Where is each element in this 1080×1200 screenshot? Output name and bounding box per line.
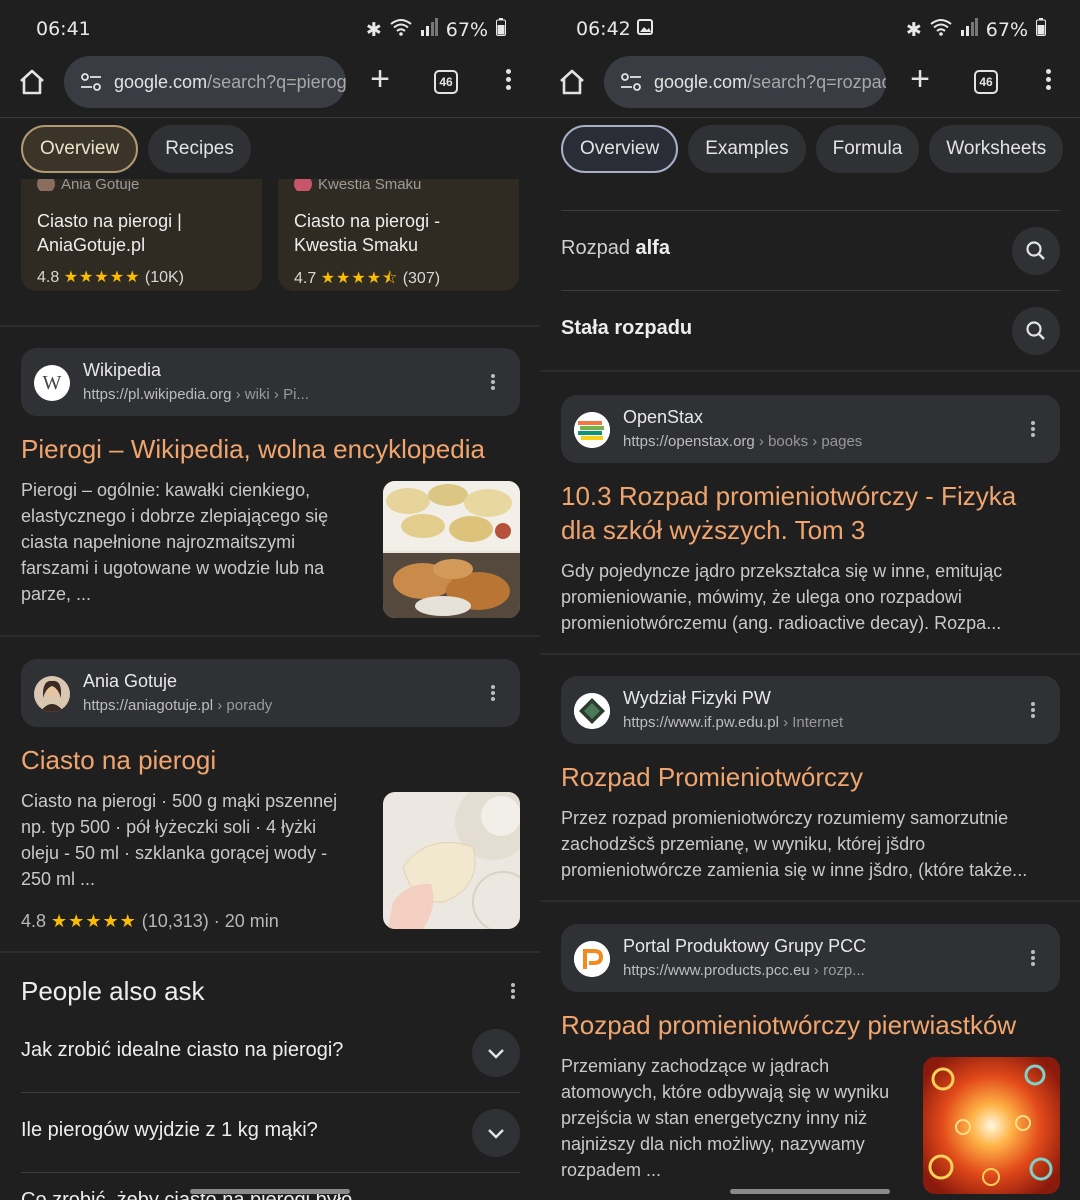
wikipedia-favicon: W — [34, 365, 70, 401]
chevron-down-icon[interactable] — [472, 1029, 520, 1077]
more-options-icon[interactable] — [488, 372, 498, 392]
source-avatar — [37, 177, 55, 191]
battery-level: 67% — [985, 18, 1028, 41]
pcc-favicon — [574, 941, 610, 977]
star-rating: ★★★★⯪ — [320, 270, 399, 287]
left-screen: 06:41 ✱ 67% google.com/search?q=pierogi … — [0, 0, 540, 1200]
recipe-rating-line: 4.8 ★★★★★ (10,313) · 20 min — [21, 911, 279, 931]
tab-switcher-button[interactable]: 46 — [974, 70, 998, 94]
paa-question[interactable]: Co zrobić, żeby ciasto na pierogi było — [21, 1173, 520, 1200]
browser-toolbar: google.com/search?q=pierogi + 46 — [0, 56, 540, 118]
result-source-header[interactable]: Wydział Fizyki PW https://www.if.pw.edu.… — [561, 676, 1060, 744]
more-options-icon[interactable] — [1028, 948, 1038, 968]
more-options-icon[interactable] — [1028, 700, 1038, 720]
new-tab-icon[interactable]: + — [366, 62, 394, 96]
result-source-header[interactable]: W Wikipedia https://pl.wikipedia.org › w… — [21, 348, 520, 416]
battery-icon — [1036, 18, 1046, 41]
more-options-icon[interactable] — [508, 981, 518, 1001]
result-thumbnail[interactable] — [383, 481, 520, 618]
recipe-carousel: Ania Gotuje Ciasto na pierogi | AniaGotu… — [21, 169, 520, 299]
chevron-down-icon[interactable] — [472, 1109, 520, 1157]
result-title-link[interactable]: Rozpad Promieniotwórczy — [561, 760, 1060, 794]
chip-examples[interactable]: Examples — [688, 125, 806, 173]
home-icon[interactable] — [16, 66, 48, 98]
chip-recipes[interactable]: Recipes — [148, 125, 251, 173]
star-rating: ★★★★★ — [63, 269, 141, 286]
divider — [540, 900, 1080, 902]
star-rating: ★★★★★ — [51, 911, 137, 931]
bluetooth-icon: ✱ — [905, 18, 922, 41]
battery-level: 67% — [445, 18, 488, 41]
wifi-icon — [390, 18, 412, 41]
url-text: google.com/search?q=rozpad — [654, 71, 886, 92]
right-screen: 06:42 ✱ 67% google.com/search?q=rozpad +… — [540, 0, 1080, 1200]
paa-question[interactable]: Jak zrobić idealne ciasto na pierogi? — [21, 1013, 520, 1093]
pw-favicon — [574, 693, 610, 729]
recipe-title: Ciasto na pierogi - Kwestia Smaku — [294, 211, 441, 255]
related-search-item[interactable]: Rozpad alfa — [561, 210, 1060, 290]
divider — [0, 635, 540, 637]
signal-icon — [960, 18, 978, 41]
search-icon[interactable] — [1012, 227, 1060, 275]
status-bar: 06:41 ✱ 67% — [0, 0, 540, 56]
url-text: google.com/search?q=pierogi — [114, 71, 346, 92]
people-also-ask-title: People also ask — [21, 976, 205, 1006]
wifi-icon — [930, 18, 952, 41]
new-tab-icon[interactable]: + — [906, 62, 934, 96]
chip-overview[interactable]: Overview — [561, 125, 679, 173]
gesture-bar[interactable] — [190, 1189, 350, 1194]
result-snippet: Ciasto na pierogi · 500 g mąki pszennej … — [21, 791, 338, 889]
result-source-header[interactable]: Portal Produktowy Grupy PCC https://www.… — [561, 924, 1060, 992]
aniagotuje-favicon — [34, 676, 70, 712]
more-options-icon[interactable] — [1028, 419, 1038, 439]
gallery-icon — [636, 18, 653, 40]
chip-worksheets[interactable]: Worksheets — [929, 125, 1064, 173]
result-source-header[interactable]: Ania Gotuje https://aniagotuje.pl › pora… — [21, 659, 520, 727]
search-filter-chips: Overview Recipes — [0, 119, 540, 179]
more-options-icon[interactable] — [488, 683, 498, 703]
search-icon[interactable] — [1012, 307, 1060, 355]
result-title-link[interactable]: Rozpad promieniotwórczy pierwiastków — [561, 1008, 1060, 1042]
result-title-link[interactable]: 10.3 Rozpad promieniotwórczy - Fizyka dl… — [561, 479, 1060, 547]
status-bar: 06:42 ✱ 67% — [540, 0, 1080, 56]
status-time: 06:42 — [576, 18, 631, 40]
browser-toolbar: google.com/search?q=rozpad + 46 — [540, 56, 1080, 118]
more-menu-icon[interactable] — [500, 66, 516, 96]
paa-question[interactable]: Ile pierogów wyjdzie z 1 kg mąki? — [21, 1093, 520, 1173]
recipe-title: Ciasto na pierogi | AniaGotuje.pl — [37, 211, 182, 255]
divider — [0, 325, 540, 327]
site-settings-icon[interactable] — [620, 71, 642, 93]
source-avatar — [294, 177, 312, 191]
battery-icon — [496, 18, 506, 41]
more-menu-icon[interactable] — [1040, 66, 1056, 96]
tab-switcher-button[interactable]: 46 — [434, 70, 458, 94]
divider — [540, 653, 1080, 655]
divider — [0, 951, 540, 953]
recipe-card[interactable]: Ania Gotuje Ciasto na pierogi | AniaGotu… — [21, 169, 262, 291]
result-snippet: Gdy pojedyncze jądro przekształca się w … — [561, 561, 1003, 633]
result-title-link[interactable]: Ciasto na pierogi — [21, 743, 520, 777]
recipe-card[interactable]: Kwestia Smaku Ciasto na pierogi - Kwesti… — [278, 169, 519, 291]
signal-icon — [420, 18, 438, 41]
home-icon[interactable] — [556, 66, 588, 98]
chip-overview[interactable]: Overview — [21, 125, 139, 173]
status-time: 06:41 — [36, 18, 91, 40]
gesture-bar[interactable] — [730, 1189, 890, 1194]
divider — [540, 370, 1080, 372]
result-snippet: Pierogi – ogólnie: kawałki cienkiego, el… — [21, 480, 329, 604]
result-thumbnail[interactable] — [923, 1057, 1060, 1194]
result-snippet: Przez rozpad promieniotwórczy rozumiemy … — [561, 808, 1028, 880]
result-snippet: Przemiany zachodzące w jądrach atomowych… — [561, 1056, 890, 1180]
site-settings-icon[interactable] — [80, 71, 102, 93]
related-search-item[interactable]: Stała rozpadu — [561, 290, 1060, 370]
openstax-favicon — [574, 412, 610, 448]
address-bar[interactable]: google.com/search?q=pierogi — [64, 56, 346, 108]
bluetooth-icon: ✱ — [365, 18, 382, 41]
result-source-header[interactable]: OpenStax https://openstax.org › books › … — [561, 395, 1060, 463]
address-bar[interactable]: google.com/search?q=rozpad — [604, 56, 886, 108]
result-title-link[interactable]: Pierogi – Wikipedia, wolna encyklopedia — [21, 432, 520, 466]
search-filter-chips: Overview Examples Formula Worksheets — [540, 119, 1080, 179]
chip-formula[interactable]: Formula — [815, 125, 920, 173]
result-thumbnail[interactable] — [383, 792, 520, 929]
